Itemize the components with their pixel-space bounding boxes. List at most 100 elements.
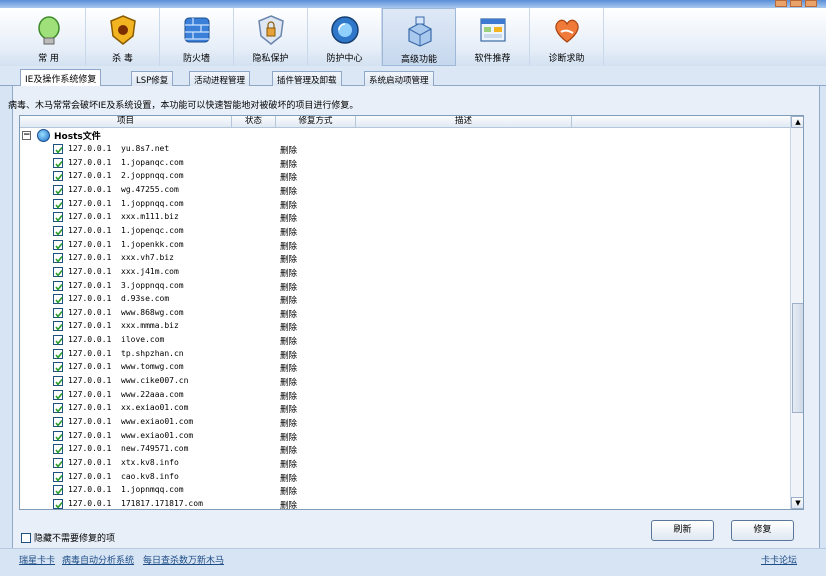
table-row[interactable]: 127.0.0.1 171817.171817.com 删除	[20, 498, 790, 509]
row-checkbox[interactable]	[53, 321, 63, 332]
table-row[interactable]: 127.0.0.1 ilove.com 删除	[20, 334, 790, 348]
table-row[interactable]: 127.0.0.1 www.22aaa.com 删除	[20, 389, 790, 403]
row-checkbox[interactable]	[53, 376, 63, 387]
maximize-button[interactable]	[790, 0, 802, 7]
scroll-down-icon[interactable]: ▼	[791, 497, 803, 509]
row-checkbox[interactable]	[53, 335, 63, 346]
row-checkbox[interactable]	[53, 212, 63, 223]
row-checkbox[interactable]	[53, 198, 63, 209]
scroll-thumb[interactable]	[792, 303, 803, 413]
vertical-scrollbar[interactable]: ▲ ▼	[790, 116, 803, 509]
footer-link-analysis[interactable]: 病毒自动分析系统	[62, 553, 134, 566]
row-checkbox[interactable]	[53, 430, 63, 441]
check-icon	[55, 351, 63, 359]
row-checkbox[interactable]	[53, 485, 63, 496]
row-checkbox[interactable]	[53, 498, 63, 509]
row-checkbox[interactable]	[53, 225, 63, 236]
minimize-button[interactable]	[775, 0, 787, 7]
table-row[interactable]: 127.0.0.1 1.jopenqc.com 删除	[20, 225, 790, 239]
row-ip: 127.0.0.1	[68, 225, 112, 235]
table-row[interactable]: 127.0.0.1 www.exiao01.com 删除	[20, 416, 790, 430]
table-row[interactable]: 127.0.0.1 1.jopenkk.com 删除	[20, 239, 790, 253]
row-checkbox[interactable]	[53, 403, 63, 414]
table-row[interactable]: 127.0.0.1 xxx.mmma.biz 删除	[20, 320, 790, 334]
table-row[interactable]: 127.0.0.1 xtx.kv8.info 删除	[20, 457, 790, 471]
row-checkbox[interactable]	[53, 471, 63, 482]
row-checkbox[interactable]	[53, 253, 63, 264]
row-ip: 127.0.0.1	[68, 253, 112, 263]
row-checkbox[interactable]	[53, 294, 63, 305]
row-checkbox[interactable]	[53, 389, 63, 400]
row-checkbox[interactable]	[53, 307, 63, 318]
tab-plugin-manager[interactable]: 插件管理及卸载	[272, 71, 342, 86]
row-ip: 127.0.0.1	[68, 362, 112, 372]
table-row[interactable]: 127.0.0.1 d.93se.com 删除	[20, 293, 790, 307]
column-status[interactable]: 状态	[232, 116, 276, 128]
column-fix-method[interactable]: 修复方式	[276, 116, 356, 128]
column-item[interactable]: 项目	[20, 116, 232, 128]
row-checkbox[interactable]	[53, 157, 63, 168]
hosts-group[interactable]: − Hosts文件	[22, 129, 101, 142]
table-row[interactable]: 127.0.0.1 www.tomwg.com 删除	[20, 361, 790, 375]
row-checkbox[interactable]	[53, 362, 63, 373]
toolbar-protection[interactable]: 防护中心	[308, 8, 382, 66]
collapse-icon[interactable]: −	[22, 131, 31, 140]
row-checkbox[interactable]	[53, 266, 63, 277]
table-row[interactable]: 127.0.0.1 2.joppnqq.com 删除	[20, 170, 790, 184]
table-row[interactable]: 127.0.0.1 www.cike007.cn 删除	[20, 375, 790, 389]
table-row[interactable]: 127.0.0.1 xxx.m111.biz 删除	[20, 211, 790, 225]
table-row[interactable]: 127.0.0.1 xx.exiao01.com 删除	[20, 402, 790, 416]
hide-unneeded-checkbox[interactable]: 隐藏不需要修复的项	[21, 531, 115, 544]
check-icon	[55, 460, 63, 468]
table-row[interactable]: 127.0.0.1 new.749571.com 删除	[20, 443, 790, 457]
toolbar-common[interactable]: 常 用	[12, 8, 86, 66]
table-row[interactable]: 127.0.0.1 www.868wg.com 删除	[20, 307, 790, 321]
row-checkbox[interactable]	[53, 171, 63, 182]
row-checkbox[interactable]	[53, 457, 63, 468]
column-description[interactable]: 描述	[356, 116, 572, 128]
check-icon	[55, 501, 63, 509]
tab-startup-manager[interactable]: 系统启动项管理	[364, 71, 434, 86]
table-row[interactable]: 127.0.0.1 1.jopnmqq.com 删除	[20, 484, 790, 498]
row-ip: 127.0.0.1	[68, 498, 112, 508]
checkbox-box[interactable]	[21, 532, 31, 543]
table-row[interactable]: 127.0.0.1 1.joppnqq.com 删除	[20, 198, 790, 212]
row-checkbox[interactable]	[53, 348, 63, 359]
toolbar-firewall[interactable]: 防火墙	[160, 8, 234, 66]
toolbar-help[interactable]: 诊断求助	[530, 8, 604, 66]
footer-link-daily[interactable]: 每日查杀数万新木马	[143, 553, 224, 566]
close-button[interactable]	[805, 0, 817, 7]
toolbar-software[interactable]: 软件推荐	[456, 8, 530, 66]
table-row[interactable]: 127.0.0.1 xxx.vh7.biz 删除	[20, 252, 790, 266]
row-host: www.22aaa.com	[121, 389, 184, 399]
tab-ie-repair[interactable]: IE及操作系统修复	[20, 69, 102, 87]
toolbar-advanced[interactable]: 高级功能	[382, 8, 456, 66]
table-row[interactable]: 127.0.0.1 wg.47255.com 删除	[20, 184, 790, 198]
table-row[interactable]: 127.0.0.1 yu.8s7.net 删除	[20, 143, 790, 157]
table-row[interactable]: 127.0.0.1 1.jopanqc.com 删除	[20, 157, 790, 171]
toolbar-antivirus[interactable]: 杀 毒	[86, 8, 160, 66]
row-checkbox[interactable]	[53, 417, 63, 427]
table-row[interactable]: 127.0.0.1 3.joppnqq.com 删除	[20, 280, 790, 294]
table-row[interactable]: 127.0.0.1 www.exiao01.com 删除	[20, 430, 790, 444]
table-row[interactable]: 127.0.0.1 tp.shpzhan.cn 删除	[20, 348, 790, 362]
row-ip: 127.0.0.1	[68, 457, 112, 467]
table-row[interactable]: 127.0.0.1 cao.kv8.info 删除	[20, 471, 790, 485]
row-fix-method: 删除	[280, 200, 298, 211]
row-checkbox[interactable]	[53, 239, 63, 250]
footer-link-forum[interactable]: 卡卡论坛	[761, 553, 797, 566]
row-checkbox[interactable]	[53, 184, 63, 195]
footer-link-kaka[interactable]: 瑞星卡卡	[19, 553, 55, 566]
toolbar-software-label: 软件推荐	[474, 54, 511, 64]
row-checkbox[interactable]	[53, 144, 63, 154]
row-checkbox[interactable]	[53, 280, 63, 291]
table-row[interactable]: 127.0.0.1 xxx.j41m.com 删除	[20, 266, 790, 280]
tab-process-manager[interactable]: 活动进程管理	[189, 71, 251, 86]
tab-lsp-repair[interactable]: LSP修复	[131, 71, 174, 86]
refresh-button[interactable]: 刷新	[651, 520, 714, 541]
scroll-up-icon[interactable]: ▲	[791, 116, 803, 128]
check-icon	[55, 447, 63, 455]
toolbar-privacy[interactable]: 隐私保护	[234, 8, 308, 66]
row-checkbox[interactable]	[53, 444, 63, 455]
repair-button[interactable]: 修复	[731, 520, 794, 541]
